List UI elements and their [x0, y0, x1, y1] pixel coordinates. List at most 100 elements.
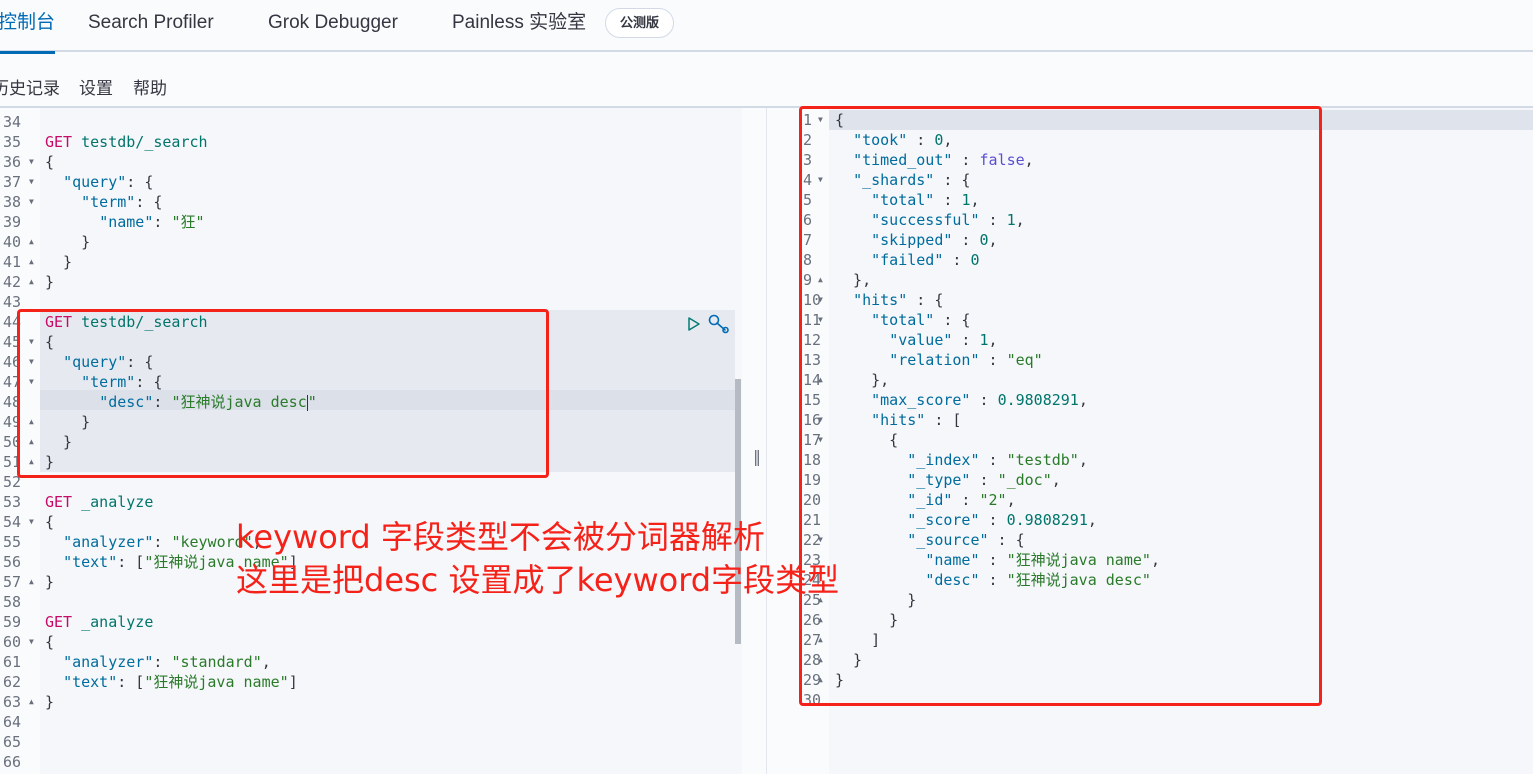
fold-expand-icon[interactable]: ▲ [29, 692, 34, 712]
code-line[interactable]: 38 ▼ "term": { [0, 192, 742, 212]
fold-collapse-icon[interactable]: ▼ [29, 632, 34, 652]
code-line[interactable]: 66 [0, 752, 742, 772]
fold-collapse-icon[interactable]: ▼ [29, 192, 34, 212]
fold-collapse-icon[interactable]: ▼ [29, 172, 34, 192]
code-line[interactable]: 63 ▲} [0, 692, 742, 712]
code-line[interactable]: 42 ▲} [0, 272, 742, 292]
code-line[interactable]: 51 ▲} [0, 452, 742, 472]
code-line[interactable]: 55 "analyzer": "keyword", [0, 532, 742, 552]
code-line[interactable]: 47 ▼ "term": { [0, 372, 742, 392]
fold-expand-icon[interactable]: ▲ [818, 670, 823, 690]
fold-collapse-icon[interactable]: ▼ [818, 290, 823, 310]
request-editor-scrollbar[interactable] [735, 379, 741, 644]
code-line[interactable]: 58 [0, 592, 742, 612]
code-line[interactable]: 56 "text": ["狂神说java name"] [0, 552, 742, 572]
fold-expand-icon[interactable]: ▲ [818, 630, 823, 650]
fold-expand-icon[interactable]: ▲ [818, 270, 823, 290]
help-link[interactable]: 帮助 [133, 74, 167, 99]
code-line[interactable]: 3 "timed_out" : false, [767, 150, 1533, 170]
request-editor[interactable]: 34 35 GET testdb/_search 36 ▼{37 ▼ "query": {… [0, 108, 742, 774]
code-line[interactable]: 12 "value" : 1, [767, 330, 1533, 350]
fold-expand-icon[interactable]: ▲ [818, 370, 823, 390]
code-line[interactable]: 17 ▼ { [767, 430, 1533, 450]
fold-expand-icon[interactable]: ▲ [29, 412, 34, 432]
code-line[interactable]: 60 ▼ { [0, 632, 742, 652]
tab-grok-debugger[interactable]: Grok Debugger [268, 0, 398, 52]
code-line[interactable]: 8 "failed" : 0 [767, 250, 1533, 270]
code-line[interactable]: 50 ▲ } [0, 432, 742, 452]
code-line[interactable]: 21 "_score" : 0.9808291, [767, 510, 1533, 530]
fold-collapse-icon[interactable]: ▼ [818, 430, 823, 450]
code-line[interactable]: 53 GET _analyze [0, 492, 742, 512]
code-line[interactable]: 35 GET testdb/_search [0, 132, 742, 152]
fold-collapse-icon[interactable]: ▼ [29, 152, 34, 172]
code-line[interactable]: 39 "name": "狂" [0, 212, 742, 232]
code-line[interactable]: 18 "_index" : "testdb", [767, 450, 1533, 470]
code-line[interactable]: 52 [0, 472, 742, 492]
code-line[interactable]: 11 ▼ "total" : { [767, 310, 1533, 330]
fold-collapse-icon[interactable]: ▼ [818, 170, 823, 190]
code-line[interactable]: 36 ▼ { [0, 152, 742, 172]
code-line[interactable]: 24 "desc" : "狂神说java desc" [767, 570, 1533, 590]
code-line[interactable]: 61 "analyzer": "standard", [0, 652, 742, 672]
code-line[interactable]: 4 ▼ "_shards" : { [767, 170, 1533, 190]
code-line[interactable]: 65 [0, 732, 742, 752]
code-line[interactable]: 9 ▲ }, [767, 270, 1533, 290]
code-line[interactable]: 2 "took" : 0, [767, 130, 1533, 150]
code-line[interactable]: 62 "text": ["狂神说java name"] [0, 672, 742, 692]
code-line[interactable]: 22 ▼ "_source" : { [767, 530, 1533, 550]
code-line[interactable]: 41 ▲ } [0, 252, 742, 272]
wrench-icon[interactable] [708, 314, 730, 334]
fold-expand-icon[interactable]: ▲ [29, 432, 34, 452]
code-line[interactable]: 16 ▼ "hits" : [ [767, 410, 1533, 430]
fold-collapse-icon[interactable]: ▼ [29, 512, 34, 532]
code-line[interactable]: 54 ▼ { [0, 512, 742, 532]
tab-console[interactable]: 控制台 [0, 0, 56, 54]
fold-expand-icon[interactable]: ▲ [818, 650, 823, 670]
fold-collapse-icon[interactable]: ▼ [29, 332, 34, 352]
fold-expand-icon[interactable]: ▲ [29, 232, 34, 252]
code-line[interactable]: 57 ▲} [0, 572, 742, 592]
fold-expand-icon[interactable]: ▲ [29, 452, 34, 472]
code-line[interactable]: 6 "successful" : 1, [767, 210, 1533, 230]
fold-expand-icon[interactable]: ▲ [818, 590, 823, 610]
code-line[interactable]: 20 "_id" : "2", [767, 490, 1533, 510]
code-line[interactable]: 13 "relation" : "eq" [767, 350, 1533, 370]
code-line[interactable]: 40 ▲ } [0, 232, 742, 252]
code-line[interactable]: 26 ▲ } [767, 610, 1533, 630]
fold-collapse-icon[interactable]: ▼ [818, 410, 823, 430]
code-line[interactable]: 10 ▼ "hits" : { [767, 290, 1533, 310]
code-line[interactable]: 43 [0, 292, 742, 312]
code-line[interactable]: 15 "max_score" : 0.9808291, [767, 390, 1533, 410]
tab-search-profiler[interactable]: Search Profiler [88, 0, 214, 52]
code-line[interactable]: 49 ▲ } [0, 412, 742, 432]
code-line[interactable]: 45 ▼ { [0, 332, 742, 352]
code-line[interactable]: 14 ▲ }, [767, 370, 1533, 390]
settings-link[interactable]: 设置 [79, 74, 113, 99]
code-line[interactable]: 29 ▲} [767, 670, 1533, 690]
code-line[interactable]: 37 ▼ "query": { [0, 172, 742, 192]
fold-collapse-icon[interactable]: ▼ [29, 352, 34, 372]
fold-collapse-icon[interactable]: ▼ [29, 372, 34, 392]
code-line[interactable]: 19 "_type" : "_doc", [767, 470, 1533, 490]
code-line[interactable]: 34 [0, 112, 742, 132]
panel-resize-handle[interactable]: ‖ [753, 447, 761, 466]
fold-expand-icon[interactable]: ▲ [818, 610, 823, 630]
code-line[interactable]: 46 ▼ "query": { [0, 352, 742, 372]
code-line[interactable]: 1 ▼ { [767, 110, 1533, 130]
code-line[interactable]: 44 GET testdb/_search [0, 312, 742, 332]
code-line[interactable]: 48 "desc": "狂神说java desc" [0, 392, 742, 412]
code-line[interactable]: 25 ▲ } [767, 590, 1533, 610]
tab-painless-lab[interactable]: Painless 实验室 [452, 0, 586, 52]
run-request-icon[interactable] [686, 316, 702, 332]
code-line[interactable]: 5 "total" : 1, [767, 190, 1533, 210]
fold-collapse-icon[interactable]: ▼ [818, 310, 823, 330]
fold-expand-icon[interactable]: ▲ [29, 572, 34, 592]
code-line[interactable]: 64 [0, 712, 742, 732]
fold-expand-icon[interactable]: ▲ [29, 252, 34, 272]
code-line[interactable]: 28 ▲ } [767, 650, 1533, 670]
history-link[interactable]: 历史记录 [0, 74, 60, 99]
code-line[interactable]: 7 "skipped" : 0, [767, 230, 1533, 250]
code-line[interactable]: 59 GET _analyze [0, 612, 742, 632]
fold-collapse-icon[interactable]: ▼ [818, 530, 823, 550]
